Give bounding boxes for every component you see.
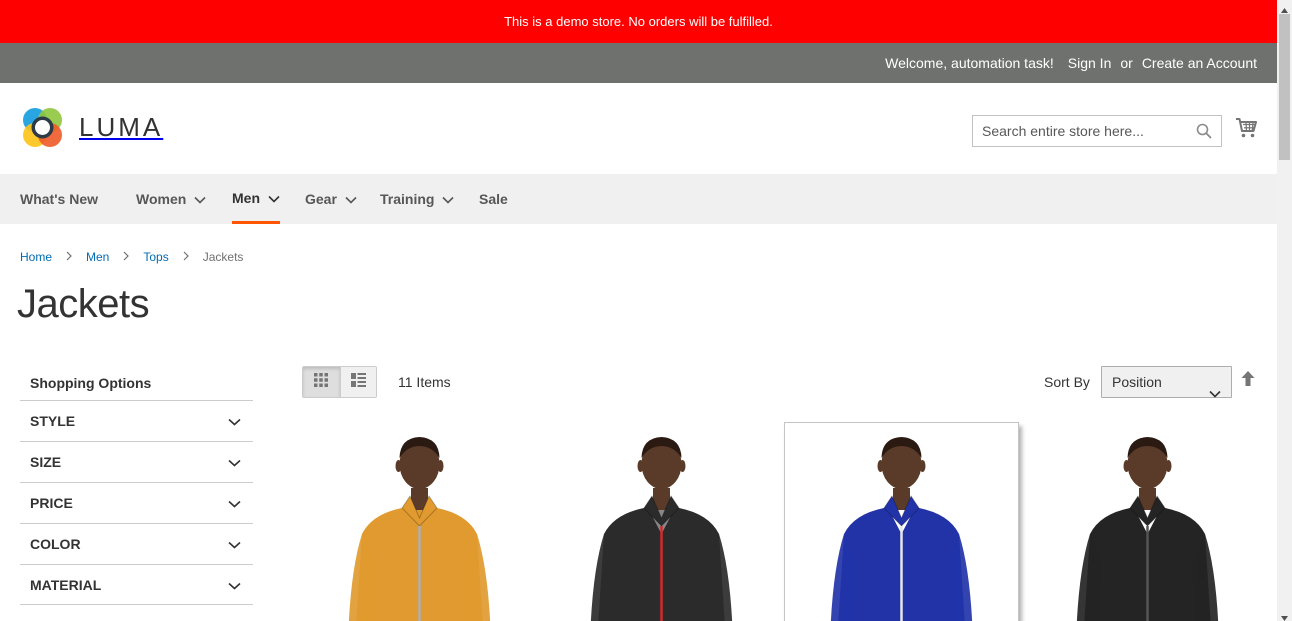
product-image[interactable]	[785, 423, 1018, 621]
sort-by-label: Sort By	[1044, 374, 1090, 390]
scrollbar-thumb[interactable]	[1279, 14, 1290, 160]
breadcrumb-tops[interactable]: Tops	[143, 250, 168, 264]
chevron-down-icon	[442, 191, 455, 207]
nav-item-label: What's New	[20, 191, 99, 207]
sort-direction-arrow-icon[interactable]	[1241, 371, 1255, 392]
product-image[interactable]	[544, 422, 779, 621]
view-mode-switch	[302, 366, 377, 398]
page-scrollbar[interactable]	[1277, 0, 1292, 621]
filter-label: COLOR	[30, 536, 81, 552]
grid-view-button[interactable]	[303, 367, 340, 397]
nav-item-label: Men	[232, 189, 260, 206]
nav-item-training[interactable]: Training	[380, 174, 455, 224]
product-item[interactable]	[1030, 422, 1265, 621]
filter-style[interactable]: STYLE	[20, 400, 253, 441]
chevron-down-icon	[345, 191, 357, 207]
list-view-button[interactable]	[339, 367, 376, 397]
model-ear	[679, 460, 686, 472]
nav-item-label: Training	[380, 191, 435, 207]
main-navigation: What's New Women Men Gear Training Sale	[0, 174, 1277, 224]
demo-notice-bar: This is a demo store. No orders will be …	[0, 0, 1277, 43]
chevron-down-icon	[228, 536, 241, 552]
or-text: or	[1120, 55, 1133, 71]
chevron-down-icon	[228, 577, 241, 593]
product-grid	[302, 422, 1259, 621]
nav-item-gear[interactable]: Gear	[305, 174, 357, 224]
filter-price[interactable]: PRICE	[20, 482, 253, 523]
logo-text: LUMA	[79, 112, 164, 142]
welcome-message: Welcome, automation task!	[885, 55, 1054, 71]
filter-label: STYLE	[30, 413, 76, 429]
sign-in-link[interactable]: Sign In	[1068, 55, 1112, 71]
nav-item-label: Sale	[479, 191, 508, 207]
product-item[interactable]	[302, 422, 537, 621]
filter-label: SIZE	[30, 454, 62, 470]
item-count: 11 Items	[398, 374, 451, 390]
filter-color[interactable]: COLOR	[20, 523, 253, 564]
chevron-down-icon	[228, 495, 241, 511]
grid-icon	[314, 372, 329, 392]
chevron-down-icon	[1209, 378, 1221, 408]
chevron-down-icon	[228, 454, 241, 470]
model-ear	[437, 460, 444, 472]
chevron-right-icon	[123, 250, 130, 264]
page-title: Jackets	[17, 282, 150, 326]
filter-material[interactable]: MATERIAL	[20, 564, 253, 605]
product-item[interactable]	[784, 422, 1019, 621]
sort-by-select[interactable]: Position	[1101, 366, 1232, 398]
breadcrumb-men[interactable]: Men	[86, 250, 109, 264]
model-ear	[1123, 460, 1130, 472]
model-ear	[395, 460, 402, 472]
cart-icon[interactable]	[1235, 117, 1257, 144]
shopping-options-sidebar: Shopping Options STYLE SIZE PRICE COLOR …	[20, 366, 253, 605]
model-ear	[919, 460, 926, 472]
demo-notice-text: This is a demo store. No orders will be …	[504, 14, 773, 29]
model-ear	[637, 460, 644, 472]
product-item[interactable]	[544, 422, 779, 621]
nav-item-label: Women	[136, 191, 187, 207]
search-box	[972, 115, 1222, 147]
scroll-down-arrow-icon[interactable]	[1280, 610, 1289, 621]
products-toolbar: 11 Items Sort By Position	[302, 366, 1259, 398]
site-header: LUMA	[0, 83, 1277, 174]
breadcrumb: Home Men Tops Jackets	[20, 250, 243, 264]
top-header-links: Welcome, automation task! Sign In or Cre…	[0, 43, 1277, 83]
model-ear	[1165, 460, 1172, 472]
chevron-down-icon	[228, 413, 241, 429]
chevron-down-icon	[194, 191, 206, 207]
search-input[interactable]	[973, 116, 1221, 146]
create-account-link[interactable]: Create an Account	[1142, 55, 1257, 71]
breadcrumb-current: Jackets	[202, 250, 244, 264]
luma-logo[interactable]: LUMA	[20, 105, 163, 150]
shopping-options-title: Shopping Options	[30, 375, 152, 391]
chevron-right-icon	[66, 250, 72, 264]
nav-item-label: Gear	[305, 191, 337, 207]
list-icon	[350, 372, 366, 392]
chevron-down-icon	[268, 190, 280, 206]
breadcrumb-home[interactable]: Home	[20, 250, 52, 264]
sort-by-value: Position	[1112, 374, 1162, 390]
search-icon[interactable]	[1196, 123, 1212, 144]
filter-label: MATERIAL	[30, 576, 102, 593]
product-image[interactable]	[1030, 422, 1265, 621]
model-ear	[877, 460, 884, 472]
nav-item-men[interactable]: Men	[232, 174, 280, 224]
luma-logo-icon	[23, 108, 62, 147]
filter-label: PRICE	[30, 495, 73, 511]
nav-item-sale[interactable]: Sale	[479, 174, 508, 224]
chevron-right-icon	[183, 250, 189, 264]
page-viewport: This is a demo store. No orders will be …	[0, 0, 1277, 621]
product-image[interactable]	[302, 422, 537, 621]
scroll-up-arrow-icon[interactable]	[1280, 2, 1289, 13]
filter-size[interactable]: SIZE	[20, 441, 253, 482]
nav-item-whats-new[interactable]: What's New	[20, 174, 98, 224]
nav-item-women[interactable]: Women	[136, 174, 206, 224]
